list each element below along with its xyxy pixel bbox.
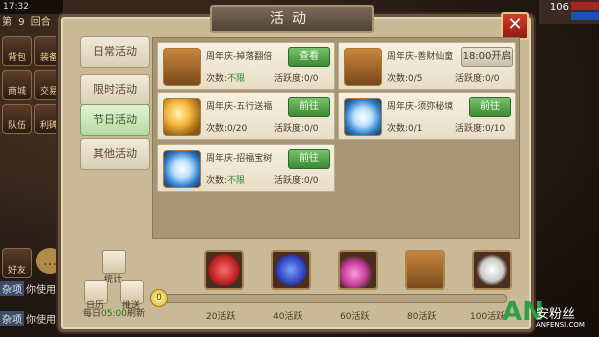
activity-card: 周年庆-五行送福 次数:0/20 活跃度:0/0 前往	[157, 92, 335, 140]
chat-line: 杂项 你使用	[0, 311, 56, 326]
activity-list: 周年庆-掉落翻倍 次数:不限 活跃度:0/0 查看 周年庆-善财仙童 次数:0/…	[152, 37, 520, 239]
activity-count: 次数:0/5	[387, 71, 423, 84]
go-button[interactable]: 前往	[469, 97, 511, 117]
count-value: 0/1	[408, 124, 423, 134]
close-button[interactable]: ✕	[501, 12, 529, 40]
current-activity-badge: 0	[150, 289, 168, 307]
milestone-label: 20活跃	[206, 312, 236, 322]
activity-score: 活跃度:0/0	[274, 124, 319, 134]
watermark-url: ANFENSI.COM	[536, 321, 585, 329]
count-label: 次数:	[387, 74, 409, 84]
team-label: 队伍	[7, 121, 26, 131]
exp-icon	[163, 150, 201, 188]
milestone-label: 80活跃	[407, 312, 437, 322]
round-label: 第	[2, 17, 12, 28]
count-value: 0/5	[408, 74, 423, 84]
activity-card: 周年庆-招福宝树 次数:不限 活跃度:0/0 前往	[157, 144, 335, 192]
team-button[interactable]: 队伍	[2, 104, 32, 134]
daily-prefix: 每日	[83, 309, 102, 319]
equip-label: 装备	[39, 53, 58, 63]
activity-name: 周年庆-招福宝树	[206, 154, 273, 164]
count-label: 次数:	[387, 124, 409, 134]
round-indicator: 第 9 回合	[2, 16, 58, 30]
close-icon: ✕	[507, 14, 523, 35]
exp-icon	[344, 98, 382, 136]
chest-icon	[344, 48, 382, 86]
chat-text: 你使用	[26, 315, 56, 326]
activity-score: 活跃度:0/10	[455, 124, 506, 134]
mp-bar	[571, 12, 599, 20]
go-button[interactable]: 前往	[288, 149, 330, 169]
activity-card: 周年庆-须弥秘境 次数:0/1 活跃度:0/10 前往	[338, 92, 516, 140]
activity-name: 周年庆-善财仙童	[387, 52, 454, 62]
watermark-text: 安粉丝	[536, 307, 576, 322]
view-button[interactable]: 查看	[288, 47, 330, 67]
milestone-label: 60活跃	[340, 312, 370, 322]
count-label: 次数:	[206, 124, 228, 134]
activity-name: 周年庆-掉落翻倍	[206, 52, 273, 62]
friend-button[interactable]: 好友	[2, 248, 32, 278]
daily-refresh: 每日05:00刷新	[83, 306, 145, 319]
activity-name: 周年庆-须弥秘境	[387, 102, 454, 112]
shop-label: 商城	[7, 87, 26, 97]
activity-progress-track	[160, 294, 507, 303]
hp-bar	[571, 2, 599, 10]
activity-card: 周年庆-善财仙童 次数:0/5 活跃度:0/0 18:00开启	[338, 42, 516, 90]
player-level: 106	[549, 2, 569, 13]
activity-card: 周年庆-掉落翻倍 次数:不限 活跃度:0/0 查看	[157, 42, 335, 90]
player-status: 106	[539, 0, 599, 24]
clock: 17:32	[0, 0, 63, 14]
round-number: 9	[18, 17, 25, 28]
activity-score: 活跃度:0/0	[455, 74, 500, 84]
activity-count: 次数:0/1	[387, 121, 423, 134]
chat-line: 杂项 你使用	[0, 281, 56, 296]
panel-title: 活动	[210, 5, 374, 33]
chest-icon	[163, 48, 201, 86]
activity-name: 周年庆-五行送福	[206, 102, 273, 112]
round-suffix: 回合	[30, 17, 51, 28]
chest-icon[interactable]	[405, 250, 445, 290]
activity-count: 次数:0/20	[206, 121, 247, 134]
daily-time: 05:00	[101, 309, 127, 319]
pink-gems-icon[interactable]	[338, 250, 378, 290]
red-orb-icon[interactable]	[204, 250, 244, 290]
count-value: 0/20	[227, 124, 248, 134]
silver-ingot-icon[interactable]	[472, 250, 512, 290]
daily-suffix: 刷新	[126, 309, 145, 319]
flame-icon	[163, 98, 201, 136]
stats-icon[interactable]	[102, 250, 126, 274]
milestone-label: 100活跃	[470, 312, 506, 322]
activity-score: 活跃度:0/0	[274, 74, 319, 84]
friend-label: 好友	[7, 266, 26, 276]
count-value: 不限	[227, 176, 246, 186]
tab-daily[interactable]: 日常活动	[80, 36, 150, 68]
blue-orb-icon[interactable]	[271, 250, 311, 290]
chat-tag: 杂项	[0, 281, 24, 296]
shop-button[interactable]: 商城	[2, 70, 32, 100]
open-time-button[interactable]: 18:00开启	[461, 47, 513, 67]
count-label: 次数:	[206, 176, 228, 186]
bag-button[interactable]: 背包	[2, 36, 32, 66]
go-button[interactable]: 前往	[288, 97, 330, 117]
count-value: 不限	[227, 74, 246, 84]
site-watermark: AN 安粉丝 ANFENSI.COM	[502, 295, 599, 337]
trade-label: 交易	[39, 87, 58, 97]
activity-score: 活跃度:0/0	[274, 176, 319, 186]
chat-tag: 杂项	[0, 311, 24, 326]
milestone-label: 40活跃	[273, 312, 303, 322]
tab-other[interactable]: 其他活动	[80, 138, 150, 170]
stele-label: 利碑	[39, 121, 58, 131]
count-label: 次数:	[206, 74, 228, 84]
tab-limited[interactable]: 限时活动	[80, 74, 150, 106]
bag-label: 背包	[7, 53, 26, 63]
chat-text: 你使用	[26, 285, 56, 296]
activity-count: 次数:不限	[206, 173, 245, 186]
activity-count: 次数:不限	[206, 71, 245, 84]
tab-festival[interactable]: 节日活动	[80, 104, 150, 136]
